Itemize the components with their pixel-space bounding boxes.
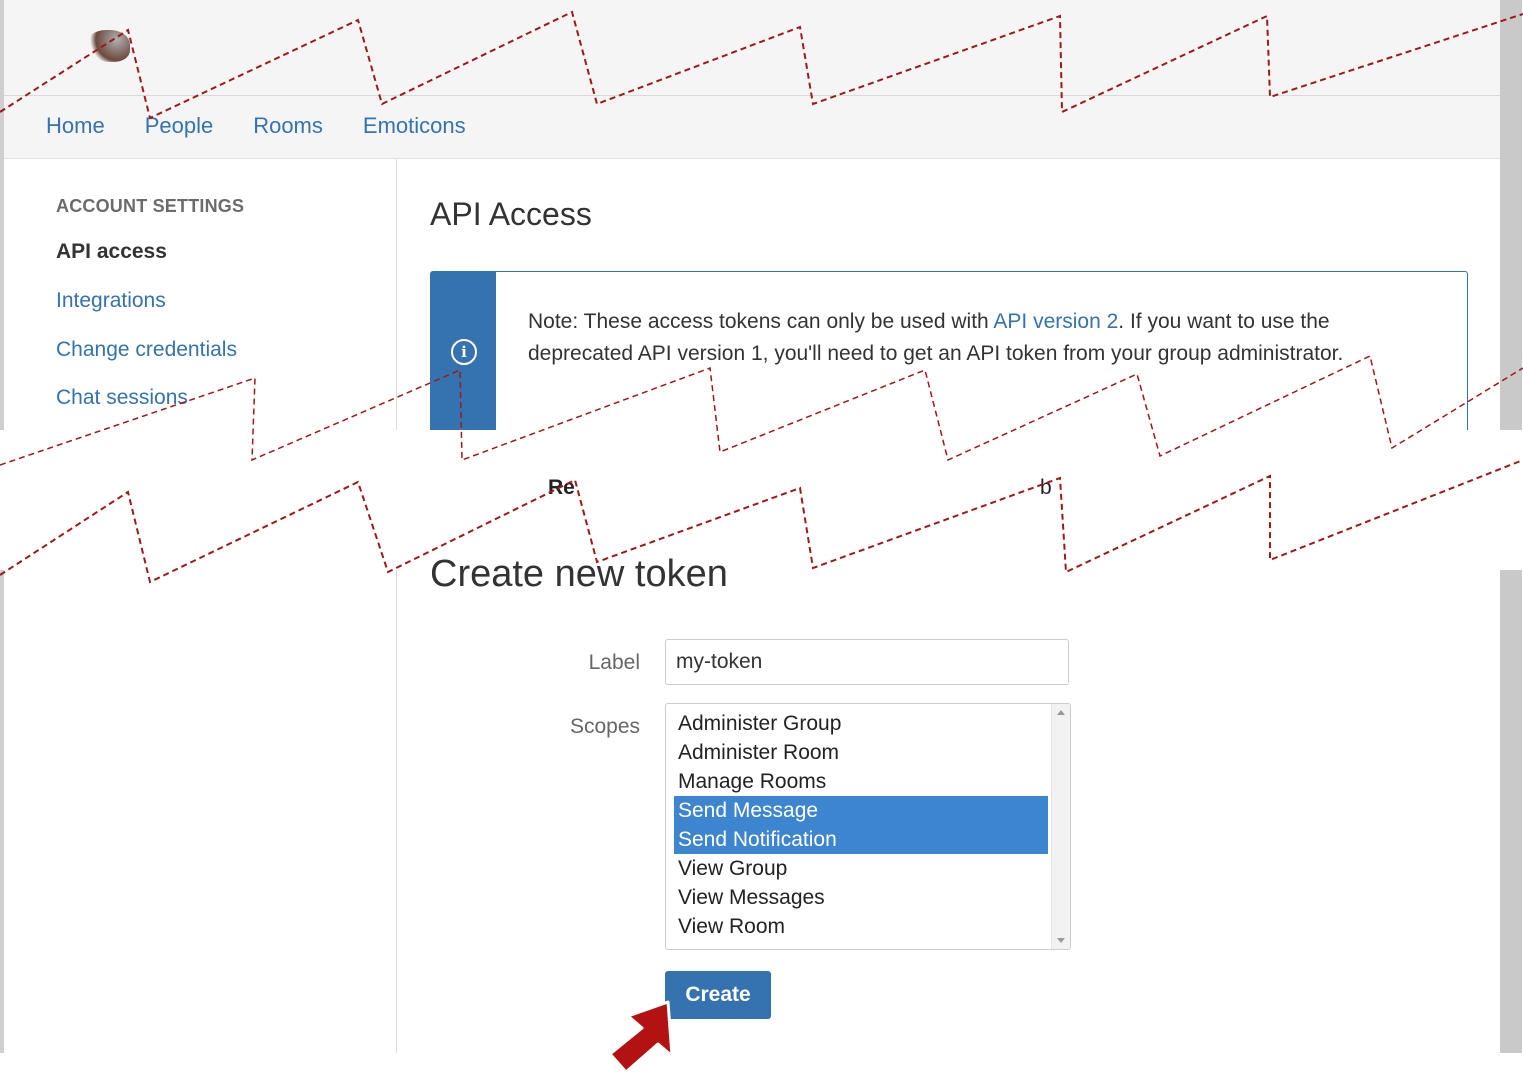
pointer-arrow-icon xyxy=(608,1000,674,1074)
torn-edge-lower-gap xyxy=(0,459,1523,584)
torn-edge-upper-gap xyxy=(0,354,1523,466)
annotation-overlay xyxy=(0,10,1523,1074)
torn-edge-top xyxy=(0,10,1523,120)
